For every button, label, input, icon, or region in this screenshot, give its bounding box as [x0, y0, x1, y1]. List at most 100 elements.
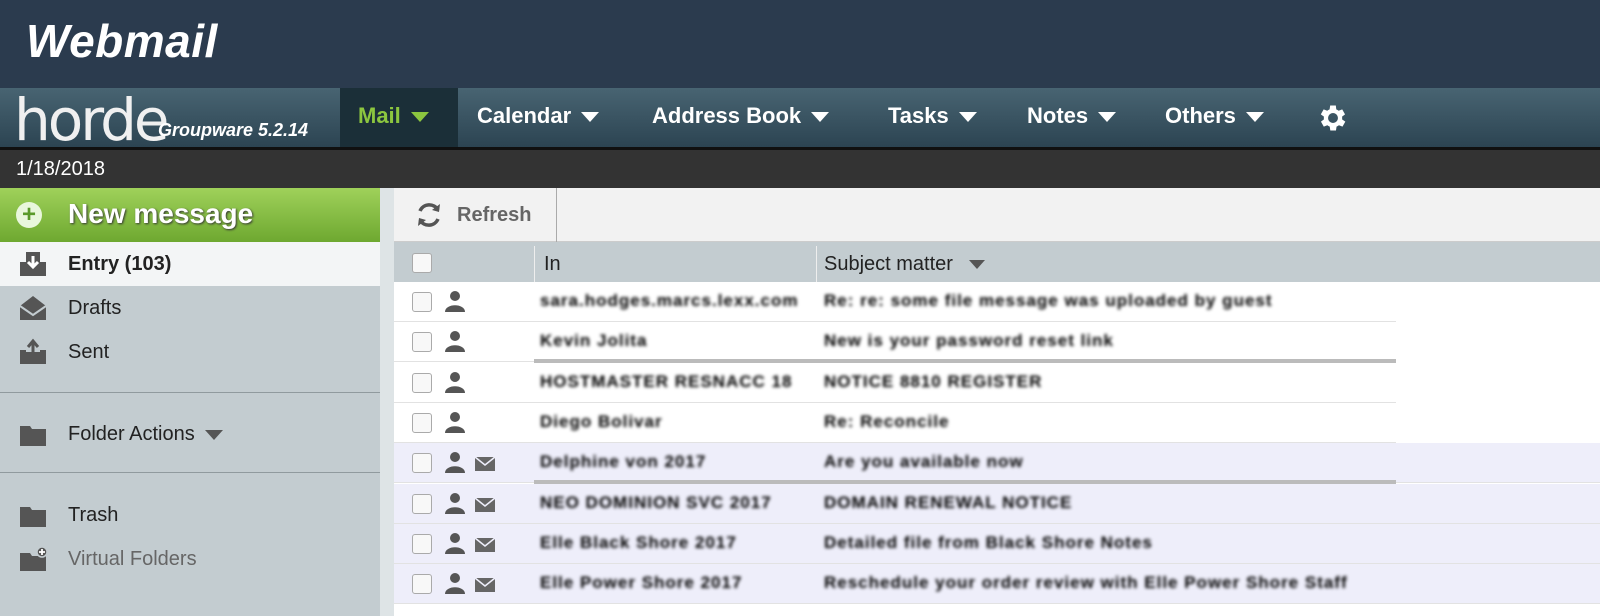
chevron-down-icon [1245, 112, 1264, 123]
refresh-label: Refresh [457, 204, 532, 226]
column-from[interactable]: In [544, 242, 561, 282]
message-subject: DOMAIN RENEWAL NOTICE [824, 493, 1073, 512]
table-row[interactable]: Delphine von 2017 Are you available now [394, 443, 1600, 483]
person-icon [445, 573, 465, 594]
folder-actions-label: Folder Actions [68, 423, 223, 446]
folder-virtual-folders[interactable]: Virtual Folders [0, 537, 380, 581]
table-row[interactable]: NEO DOMINION SVC 2017 DOMAIN RENEWAL NOT… [394, 484, 1600, 524]
nav-calendar[interactable]: Calendar [477, 88, 600, 147]
horde-logo[interactable]: horde Groupware 5.2.14 [0, 86, 340, 154]
folder-icon [20, 426, 46, 446]
gear-icon[interactable] [1316, 101, 1350, 135]
new-message-button[interactable]: + New message [0, 188, 380, 242]
envelope-icon [474, 456, 496, 471]
row-checkbox[interactable] [412, 574, 432, 594]
sidebar-divider [0, 472, 380, 473]
message-from: Diego Bolivar [540, 412, 663, 431]
table-row[interactable]: Elle Power Shore 2017 Reschedule your or… [394, 564, 1600, 604]
nav-tasks-label: Tasks [888, 103, 949, 128]
column-separator [534, 246, 535, 282]
column-subject-label: Subject matter [824, 253, 953, 275]
message-subject: NOTICE 8810 REGISTER [824, 372, 1043, 391]
folder-entry-label: Entry (103) [68, 253, 172, 275]
sidebar-resize-handle[interactable] [380, 188, 394, 616]
message-subject: New is your password reset link [824, 331, 1114, 350]
column-subject[interactable]: Subject matter [824, 242, 985, 282]
table-row[interactable]: Diego Bolivar Re: Reconcile [394, 403, 1600, 443]
message-subject: Reschedule your order review with Elle P… [824, 573, 1348, 592]
nav-calendar-label: Calendar [477, 103, 572, 128]
person-icon [445, 372, 465, 393]
folder-drafts[interactable]: Drafts [0, 286, 380, 330]
message-from: NEO DOMINION SVC 2017 [540, 493, 772, 512]
row-checkbox[interactable] [412, 534, 432, 554]
mail-toolbar: Refresh [394, 188, 1600, 242]
folder-sent[interactable]: Sent [0, 330, 380, 374]
folder-trash-label: Trash [68, 504, 119, 526]
nav-address-book[interactable]: Address Book [652, 88, 830, 147]
nav-tasks[interactable]: Tasks [888, 88, 977, 147]
nav-notes[interactable]: Notes [1027, 88, 1117, 147]
person-icon [445, 452, 465, 473]
envelope-icon [474, 537, 496, 552]
message-subject: Are you available now [824, 452, 1024, 471]
column-separator [816, 246, 817, 282]
folder-virtual-folders-label: Virtual Folders [68, 548, 197, 570]
table-row[interactable]: Kevin Jolita New is your password reset … [394, 322, 1600, 362]
envelope-icon [474, 577, 496, 592]
chevron-down-icon [811, 112, 830, 123]
plus-icon: + [16, 202, 42, 228]
chevron-down-icon [581, 112, 600, 123]
table-row[interactable]: sara.hodges.marcs.lexx.com Re: re: some … [394, 282, 1600, 322]
new-message-label: New message [68, 198, 254, 229]
envelope-icon [474, 497, 496, 512]
refresh-icon [418, 203, 440, 227]
folder-actions-button[interactable]: Folder Actions [0, 412, 380, 456]
folder-actions-text: Folder Actions [68, 423, 195, 445]
nav-address-book-label: Address Book [652, 103, 802, 128]
row-blank [1396, 322, 1600, 362]
select-all-checkbox[interactable] [412, 253, 432, 273]
message-subject: Re: Reconcile [824, 412, 950, 431]
drafts-icon [19, 296, 47, 320]
date-bar: 1/18/2018 [0, 150, 1600, 188]
row-checkbox[interactable] [412, 453, 432, 473]
person-icon [445, 493, 465, 514]
table-row[interactable]: HOSTMASTER RESNACC 18 NOTICE 8810 REGIST… [394, 363, 1600, 403]
sort-desc-icon[interactable] [968, 260, 985, 270]
chevron-down-icon [204, 429, 223, 440]
sent-icon [20, 338, 46, 364]
inbox-icon [20, 252, 46, 276]
person-icon [445, 331, 465, 352]
horde-logo-text: horde [14, 86, 170, 154]
refresh-button[interactable]: Refresh [394, 188, 557, 242]
nav-mail-label: Mail [358, 103, 401, 128]
row-checkbox[interactable] [412, 494, 432, 514]
message-from: HOSTMASTER RESNACC 18 [540, 372, 793, 391]
message-subject: Re: re: some file message was uploaded b… [824, 291, 1273, 310]
message-from: sara.hodges.marcs.lexx.com [540, 291, 799, 310]
table-row[interactable]: Elle Black Shore 2017 Detailed file from… [394, 524, 1600, 564]
message-list-header: In Subject matter [394, 242, 1600, 282]
nav-notes-label: Notes [1027, 103, 1089, 128]
folder-drafts-label: Drafts [68, 297, 122, 319]
nav-mail[interactable]: Mail [340, 88, 458, 147]
folder-sent-label: Sent [68, 341, 110, 363]
nav-others[interactable]: Others [1165, 88, 1264, 147]
message-from: Elle Black Shore 2017 [540, 533, 737, 552]
webmail-logo: Webmail [26, 15, 218, 67]
sidebar: + New message Entry (103) Drafts Sent Fo… [0, 188, 380, 616]
row-checkbox[interactable] [412, 413, 432, 433]
folder-entry[interactable]: Entry (103) [0, 242, 380, 286]
message-subject: Detailed file from Black Shore Notes [824, 533, 1153, 552]
row-blank [1396, 363, 1600, 403]
person-icon [445, 291, 465, 312]
folder-trash[interactable]: Trash [0, 493, 380, 537]
chevron-down-icon [410, 112, 429, 123]
row-checkbox[interactable] [412, 373, 432, 393]
row-checkbox[interactable] [412, 292, 432, 312]
nav-others-label: Others [1165, 103, 1236, 128]
row-blank [1396, 282, 1600, 322]
message-from: Elle Power Shore 2017 [540, 573, 743, 592]
row-checkbox[interactable] [412, 332, 432, 352]
